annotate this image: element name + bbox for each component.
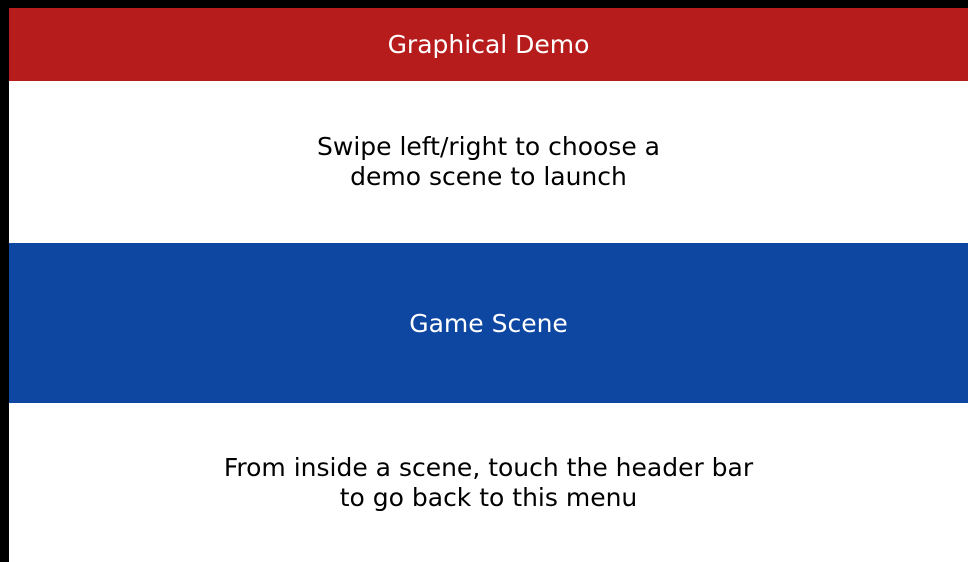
scene-label: Game Scene xyxy=(409,308,568,338)
instruction-text: Swipe left/right to choose a demo scene … xyxy=(9,81,968,243)
header-bar[interactable]: Graphical Demo xyxy=(9,8,968,81)
scene-carousel[interactable]: Game Scene xyxy=(9,243,968,403)
footer-line-1: From inside a scene, touch the header ba… xyxy=(223,452,754,482)
screen: Graphical Demo Swipe left/right to choos… xyxy=(9,8,968,562)
footer-hint: From inside a scene, touch the header ba… xyxy=(9,403,968,562)
footer-line-2: to go back to this menu xyxy=(339,482,638,512)
device-frame: Graphical Demo Swipe left/right to choos… xyxy=(0,0,968,562)
instruction-line-2: demo scene to launch xyxy=(350,162,627,191)
header-title: Graphical Demo xyxy=(387,30,590,59)
instruction-line-1: Swipe left/right to choose a xyxy=(317,132,660,161)
